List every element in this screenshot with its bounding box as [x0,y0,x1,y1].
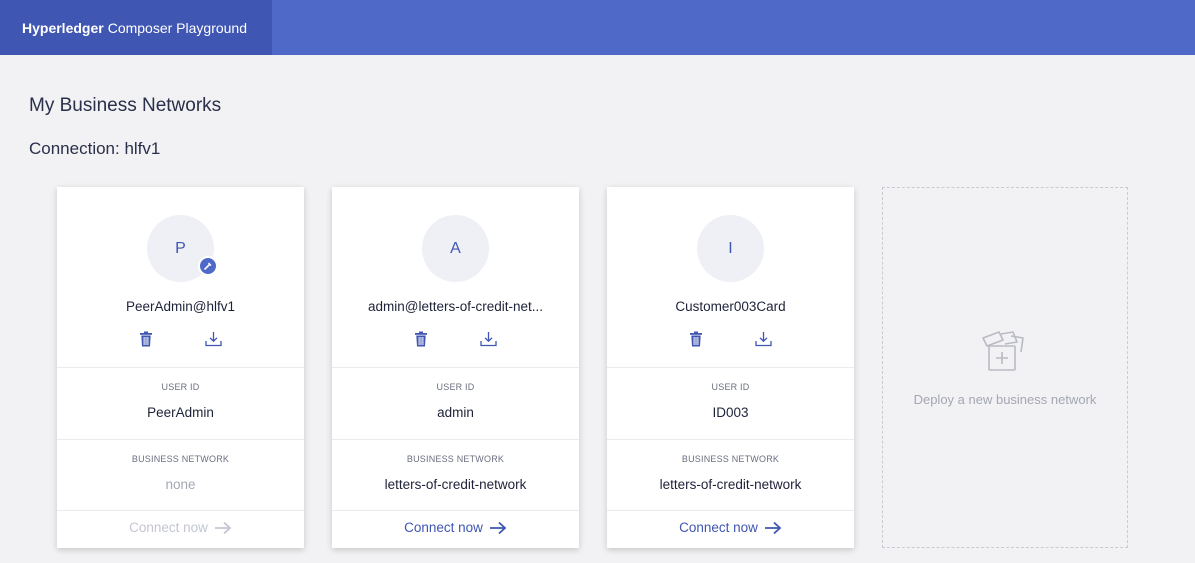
divider [332,510,579,511]
page-title: My Business Networks [29,95,222,116]
download-icon[interactable] [754,330,772,348]
connect-now-label: Connect now [129,520,208,535]
trash-icon[interactable] [412,330,430,348]
connect-now-button[interactable]: Connect now [332,520,579,535]
user-id-label: USER ID [436,382,475,392]
connection-label: Connection: hlfv1 [29,139,161,158]
business-network-label: BUSINESS NETWORK [406,454,505,464]
connect-now-button[interactable]: Connect now [57,520,304,535]
trash-icon[interactable] [687,330,705,348]
trash-icon[interactable] [137,330,155,348]
divider [607,439,854,440]
avatar: I [697,215,764,282]
id-card: A admin@letters-of-credit-net... USER ID… [332,187,579,548]
id-card: I Customer003Card USER ID ID003 BUSINESS… [607,187,854,548]
avatar-initial: A [450,239,461,257]
download-icon[interactable] [479,330,497,348]
user-id-label: USER ID [161,382,200,392]
divider [607,510,854,511]
divider [57,439,304,440]
card-name: PeerAdmin@hlfv1 [125,299,235,314]
avatar-initial: I [728,239,733,257]
business-network-value: letters-of-credit-network [384,477,527,492]
business-network-value: letters-of-credit-network [659,477,802,492]
id-card: P PeerAdmin@hlfv1 USER ID PeerAdmin BUSI… [57,187,304,548]
divider [57,367,304,368]
avatar-initial: P [175,239,186,257]
connect-now-label: Connect now [404,520,483,535]
deploy-network-icon [982,331,1024,371]
business-network-label: BUSINESS NETWORK [131,454,230,464]
divider [332,367,579,368]
divider [57,510,304,511]
user-id-value: ID003 [712,405,749,420]
id-card-list: P PeerAdmin@hlfv1 USER ID PeerAdmin BUSI… [57,187,854,548]
business-network-value: none [165,477,196,492]
card-name: Customer003Card [675,299,786,314]
download-icon[interactable] [204,330,222,348]
divider [332,439,579,440]
brand-bold: Hyperledger [22,19,104,36]
top-bar: Hyperledger Composer Playground [0,0,1195,55]
card-name: admin@letters-of-credit-net... [367,299,543,314]
connect-now-label: Connect now [679,520,758,535]
deploy-label: Deploy a new business network [913,392,1097,407]
brand-name: Composer Playground [107,19,247,36]
connect-now-button[interactable]: Connect now [607,520,854,535]
user-id-label: USER ID [711,382,750,392]
business-network-label: BUSINESS NETWORK [681,454,780,464]
arrow-right-icon [764,521,782,534]
arrow-right-icon [214,521,232,534]
hammer-icon [198,256,218,276]
user-id-value: admin [437,405,474,420]
avatar: A [422,215,489,282]
arrow-right-icon [489,521,507,534]
deploy-new-network-card[interactable]: Deploy a new business network [882,187,1128,548]
user-id-value: PeerAdmin [147,405,214,420]
avatar: P [147,215,218,282]
app-brand[interactable]: Hyperledger Composer Playground [0,0,272,55]
divider [607,367,854,368]
